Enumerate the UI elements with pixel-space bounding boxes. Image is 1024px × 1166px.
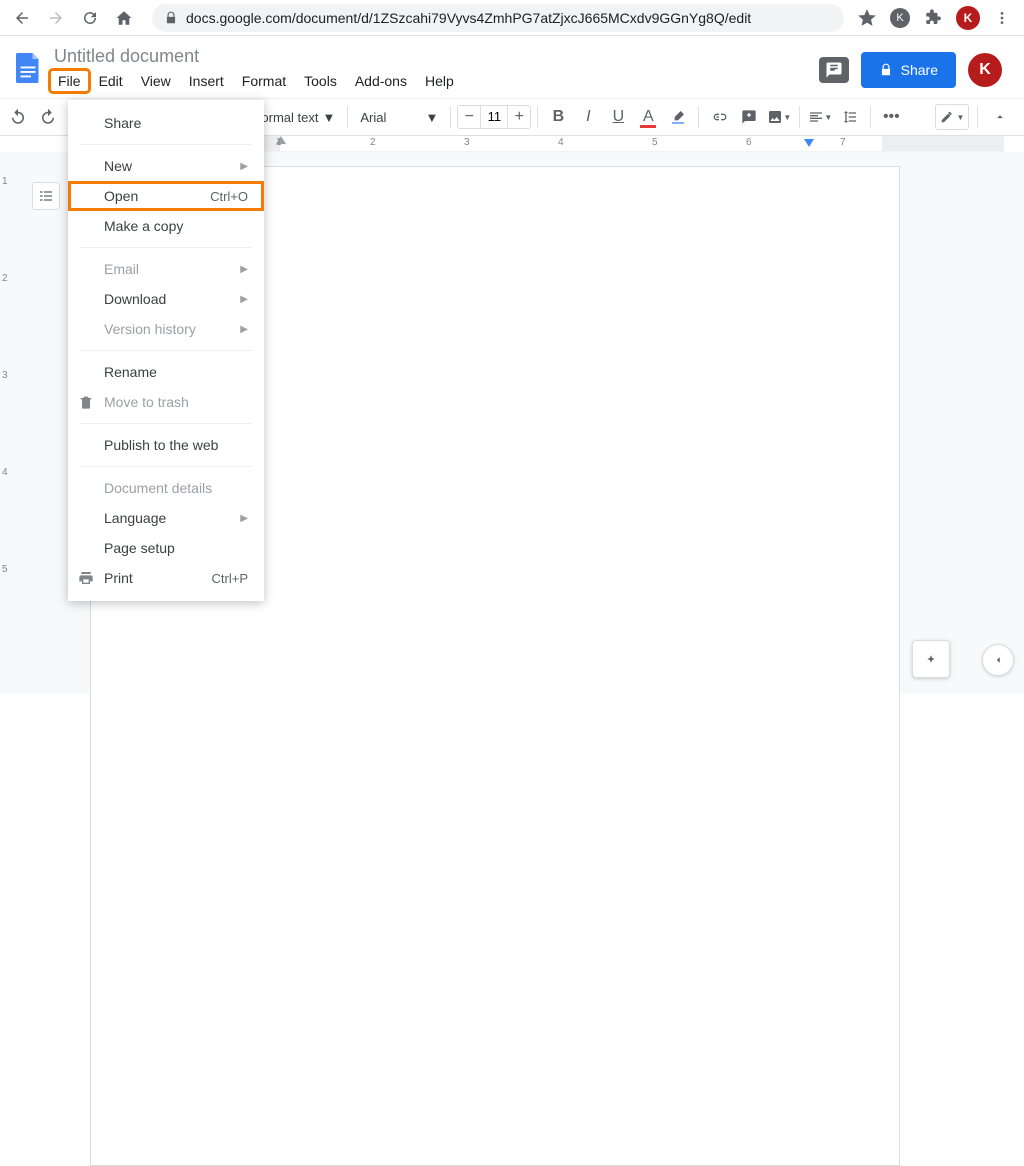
submenu-arrow-icon: ▶ [240,294,248,305]
redo-button[interactable] [34,103,62,131]
collapse-toolbar-button[interactable] [986,103,1014,131]
account-avatar[interactable]: K [968,53,1002,87]
menu-insert[interactable]: Insert [181,70,232,92]
browser-forward-button[interactable] [42,4,70,32]
comments-icon[interactable] [819,57,849,83]
file-menu-print[interactable]: PrintCtrl+P [68,563,264,593]
extensions-icon[interactable] [924,9,942,27]
menu-file[interactable]: File [50,70,89,92]
file-menu-version-history[interactable]: Version history▶ [68,314,264,344]
undo-button[interactable] [4,103,32,131]
url-text: docs.google.com/document/d/1ZSzcahi79Vyv… [186,10,751,26]
menu-view[interactable]: View [133,70,179,92]
file-menu-dropdown: Share New▶ OpenCtrl+O Make a copy Email▶… [68,100,264,601]
submenu-arrow-icon: ▶ [240,264,248,275]
trash-icon [78,394,94,410]
browser-reload-button[interactable] [76,4,104,32]
submenu-arrow-icon: ▶ [240,324,248,335]
menu-addons[interactable]: Add-ons [347,70,415,92]
lock-icon [879,63,893,77]
star-icon[interactable] [858,9,876,27]
font-size-value[interactable]: 11 [480,106,508,128]
text-color-button[interactable]: A [634,103,662,131]
menu-edit[interactable]: Edit [91,70,131,92]
submenu-arrow-icon: ▶ [240,161,248,172]
menu-tools[interactable]: Tools [296,70,345,92]
vertical-ruler: 12345 [2,176,8,575]
file-menu-document-details[interactable]: Document details [68,473,264,503]
docs-header: Untitled document File Edit View Insert … [0,36,1024,92]
font-family-select[interactable]: Arial ▼ [354,110,444,125]
more-button[interactable]: ••• [877,103,905,131]
omnibox[interactable]: docs.google.com/document/d/1ZSzcahi79Vyv… [152,4,844,32]
editing-mode-button[interactable]: ▼ [935,104,969,130]
file-menu-publish[interactable]: Publish to the web [68,430,264,460]
menu-help[interactable]: Help [417,70,462,92]
insert-image-button[interactable]: ▼ [765,103,793,131]
browser-bar: docs.google.com/document/d/1ZSzcahi79Vyv… [0,0,1024,36]
browser-back-button[interactable] [8,4,36,32]
file-menu-make-copy[interactable]: Make a copy [68,211,264,241]
document-outline-button[interactable] [32,182,60,210]
hide-side-panel-button[interactable] [982,644,1014,676]
highlight-button[interactable] [664,103,692,131]
right-indent-marker[interactable] [804,139,814,147]
explore-button[interactable] [912,640,950,678]
file-menu-share[interactable]: Share [68,108,264,138]
browser-avatar[interactable]: K [956,6,980,30]
document-title[interactable]: Untitled document [48,44,819,67]
share-button[interactable]: Share [861,52,956,88]
insert-link-button[interactable] [705,103,733,131]
lock-icon [164,11,178,25]
profile-badge[interactable]: K [890,8,910,28]
menu-bar: File Edit View Insert Format Tools Add-o… [48,70,819,92]
font-size-control[interactable]: − 11 + [457,105,531,129]
file-menu-page-setup[interactable]: Page setup [68,533,264,563]
add-comment-button[interactable] [735,103,763,131]
file-menu-move-to-trash[interactable]: Move to trash [68,387,264,417]
submenu-arrow-icon: ▶ [240,513,248,524]
align-button[interactable]: ▼ [806,103,834,131]
kebab-icon[interactable] [994,10,1010,26]
underline-button[interactable]: U [604,103,632,131]
print-icon [78,570,94,586]
italic-button[interactable]: I [574,103,602,131]
font-size-increase[interactable]: + [508,108,530,126]
chevron-down-icon: ▼ [322,110,335,125]
menu-format[interactable]: Format [234,70,294,92]
browser-home-button[interactable] [110,4,138,32]
bold-button[interactable]: B [544,103,572,131]
file-menu-open[interactable]: OpenCtrl+O [68,181,264,211]
file-menu-email[interactable]: Email▶ [68,254,264,284]
file-menu-rename[interactable]: Rename [68,357,264,387]
file-menu-new[interactable]: New▶ [68,151,264,181]
font-size-decrease[interactable]: − [458,108,480,126]
line-spacing-button[interactable] [836,103,864,131]
file-menu-language[interactable]: Language▶ [68,503,264,533]
file-menu-download[interactable]: Download▶ [68,284,264,314]
docs-logo-icon[interactable] [8,44,48,92]
chevron-down-icon: ▼ [425,110,438,125]
